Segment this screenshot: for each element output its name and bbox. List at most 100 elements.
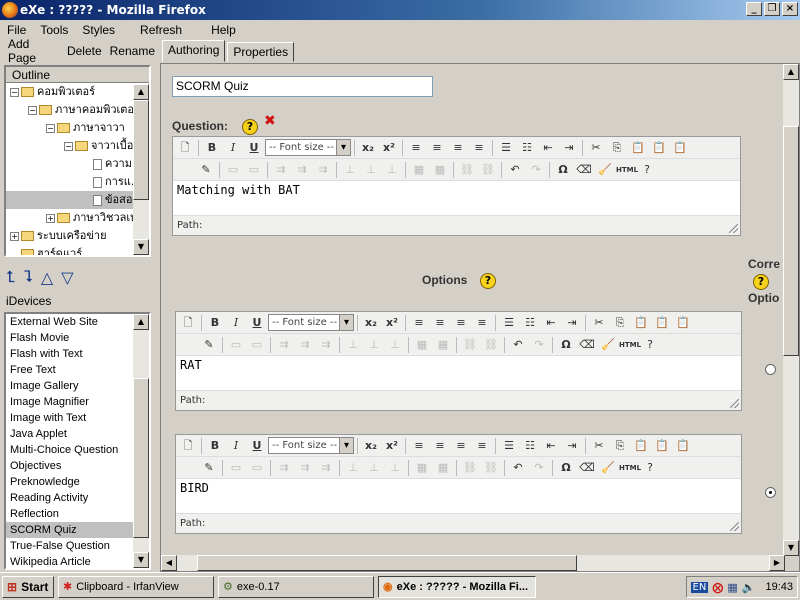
undo-icon[interactable]: ↶ xyxy=(508,458,528,478)
taskbar-item-exe[interactable]: ⚙ exe-0.17 xyxy=(218,575,374,598)
col-after-icon[interactable]: ⊥ xyxy=(364,458,384,478)
outline-node[interactable]: − จาวาเบื้อ... xyxy=(6,137,135,155)
paste-text-icon[interactable]: 📋 xyxy=(652,436,672,456)
move-up-icon[interactable]: △ xyxy=(41,268,53,287)
idevice-item[interactable]: Flash with Text xyxy=(6,346,135,362)
unlink-icon[interactable]: ⛓ xyxy=(481,458,501,478)
editor-content[interactable]: Matching with BAT xyxy=(173,181,740,215)
idevices-scrollbar[interactable]: ▲ ▼ xyxy=(133,314,149,568)
cleanup-icon[interactable]: ✎ xyxy=(199,458,219,478)
subscript-icon[interactable]: x₂ xyxy=(358,138,378,158)
unlink-icon[interactable]: ⛓ xyxy=(481,335,501,355)
indent-icon[interactable]: ⇥ xyxy=(562,313,582,333)
underline-icon[interactable]: U xyxy=(247,313,267,333)
spacer[interactable] xyxy=(178,458,198,478)
cut-icon[interactable]: ✂ xyxy=(589,436,609,456)
insert-row-icon[interactable]: ▭ xyxy=(226,458,246,478)
merge-cells-icon[interactable]: ⇉ xyxy=(295,335,315,355)
collapse-icon[interactable]: − xyxy=(46,123,55,133)
scroll-right-icon[interactable]: ▶ xyxy=(769,555,785,571)
menu-styles[interactable]: Styles xyxy=(75,23,122,37)
row-props-icon[interactable]: ⇉ xyxy=(316,458,336,478)
col-before-icon[interactable]: ⊥ xyxy=(340,160,360,180)
scroll-up-icon[interactable]: ▲ xyxy=(133,314,149,330)
delete-row-icon[interactable]: ▭ xyxy=(244,160,264,180)
table-props-icon[interactable]: ▦ xyxy=(430,160,450,180)
expand-icon[interactable]: + xyxy=(10,231,19,241)
help-icon[interactable]: ? xyxy=(753,274,769,290)
promote-icon[interactable]: ⮤ xyxy=(6,267,15,287)
idevice-item[interactable]: Objectives xyxy=(6,458,135,474)
spacer[interactable] xyxy=(178,335,198,355)
collapse-icon[interactable]: − xyxy=(10,87,19,97)
superscript-icon[interactable]: x² xyxy=(382,436,402,456)
outline-node[interactable]: ความ... xyxy=(6,155,135,173)
scroll-up-icon[interactable]: ▲ xyxy=(133,84,149,100)
unlink-icon[interactable]: ⛓ xyxy=(478,160,498,180)
bullet-list-icon[interactable]: ☰ xyxy=(499,436,519,456)
expand-icon[interactable]: + xyxy=(46,213,55,223)
idevice-item[interactable]: Preknowledge xyxy=(6,474,135,490)
table-icon[interactable]: ▦ xyxy=(409,160,429,180)
idevice-item[interactable]: Multi-Choice Question xyxy=(6,442,135,458)
paste-word-icon[interactable]: 📋 xyxy=(670,138,690,158)
superscript-icon[interactable]: x² xyxy=(382,313,402,333)
network-icon[interactable]: ▦ xyxy=(727,581,737,594)
volume-icon[interactable]: 🔈 xyxy=(742,581,756,594)
merge-cells-icon[interactable]: ⇉ xyxy=(295,458,315,478)
delete-col-icon[interactable]: ⊥ xyxy=(382,160,402,180)
clean-icon[interactable]: 🧹 xyxy=(595,160,615,180)
idevices-scroll-thumb[interactable] xyxy=(133,378,149,538)
editor-content[interactable]: BIRD xyxy=(176,479,741,513)
clean-icon[interactable]: 🧹 xyxy=(598,335,618,355)
outline-node[interactable]: − ภาษาจาวา xyxy=(6,119,135,137)
delete-row-icon[interactable]: ▭ xyxy=(247,335,267,355)
idevice-item[interactable]: Wikipedia Article xyxy=(6,554,135,568)
numbered-list-icon[interactable]: ☷ xyxy=(520,436,540,456)
merge-cells-icon[interactable]: ⇉ xyxy=(292,160,312,180)
numbered-list-icon[interactable]: ☷ xyxy=(517,138,537,158)
undo-icon[interactable]: ↶ xyxy=(505,160,525,180)
html-source-icon[interactable]: HTML xyxy=(619,458,641,478)
link-icon[interactable]: ⛓ xyxy=(460,458,480,478)
outline-node[interactable]: + ระบบเครือข่าย xyxy=(6,227,135,245)
justify-icon[interactable]: ≡ xyxy=(469,138,489,158)
outline-node[interactable]: − ภาษาคอมพิวเตอร์ xyxy=(6,101,135,119)
italic-icon[interactable]: I xyxy=(226,313,246,333)
table-icon[interactable]: ▦ xyxy=(412,458,432,478)
italic-icon[interactable]: I xyxy=(226,436,246,456)
outline-node[interactable]: − คอมพิวเตอร์ xyxy=(6,83,135,101)
demote-icon[interactable]: ⮧ xyxy=(23,267,32,287)
help-icon[interactable]: ? xyxy=(640,335,660,355)
align-right-icon[interactable]: ≡ xyxy=(451,313,471,333)
indent-icon[interactable]: ⇥ xyxy=(559,138,579,158)
delete-button[interactable]: Delete xyxy=(67,44,102,58)
scroll-down-icon[interactable]: ▼ xyxy=(133,552,149,568)
delete-col-icon[interactable]: ⊥ xyxy=(385,335,405,355)
col-after-icon[interactable]: ⊥ xyxy=(364,335,384,355)
paste-text-icon[interactable]: 📋 xyxy=(649,138,669,158)
split-cell-icon[interactable]: ⇉ xyxy=(271,160,291,180)
justify-icon[interactable]: ≡ xyxy=(472,313,492,333)
taskbar-item-firefox[interactable]: ◉ eXe : ????? - Mozilla Fi... xyxy=(378,575,536,598)
italic-icon[interactable]: I xyxy=(223,138,243,158)
paste-icon[interactable]: 📋 xyxy=(628,138,648,158)
col-after-icon[interactable]: ⊥ xyxy=(361,160,381,180)
new-document-icon[interactable]: 🗋 xyxy=(178,313,198,333)
subscript-icon[interactable]: x₂ xyxy=(361,313,381,333)
scroll-left-icon[interactable]: ◀ xyxy=(161,555,177,571)
editor-content[interactable]: RAT xyxy=(176,356,741,390)
menu-refresh[interactable]: Refresh xyxy=(122,23,189,37)
subscript-icon[interactable]: x₂ xyxy=(361,436,381,456)
underline-icon[interactable]: U xyxy=(244,138,264,158)
idevice-title-input[interactable]: SCORM Quiz xyxy=(172,76,433,97)
help-icon[interactable]: ? xyxy=(637,160,657,180)
eraser-icon[interactable]: ⌫ xyxy=(577,335,597,355)
eraser-icon[interactable]: ⌫ xyxy=(574,160,594,180)
help-icon[interactable]: ? xyxy=(242,119,258,135)
underline-icon[interactable]: U xyxy=(247,436,267,456)
indent-icon[interactable]: ⇥ xyxy=(562,436,582,456)
idevice-item[interactable]: External Web Site xyxy=(6,314,135,330)
tab-properties[interactable]: Properties xyxy=(227,42,295,62)
outline-node[interactable]: ฮาร์ดแวร์ xyxy=(6,245,135,255)
